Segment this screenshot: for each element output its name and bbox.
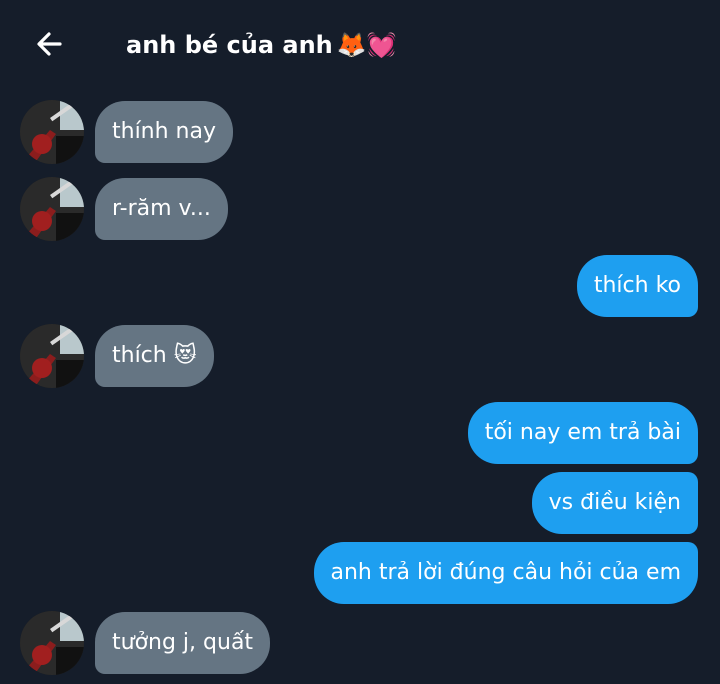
contact-avatar[interactable] <box>20 611 84 675</box>
incoming-message[interactable]: thính nay <box>95 101 234 163</box>
conversation-title-text: anh bé của anh <box>126 31 333 59</box>
outgoing-message[interactable]: tối nay em trả bài <box>467 402 698 464</box>
conversation-title[interactable]: anh bé của anh 🦊💓 <box>126 29 397 61</box>
title-emojis: 🦊💓 <box>336 31 397 59</box>
incoming-message[interactable]: tưởng j, quất <box>95 612 271 674</box>
conversation-header: anh bé của anh 🦊💓 <box>0 0 720 90</box>
incoming-message[interactable]: r-răm v... <box>95 178 228 240</box>
contact-avatar[interactable] <box>20 100 84 164</box>
outgoing-message[interactable]: vs điều kiện <box>531 472 698 534</box>
outgoing-message[interactable]: anh trả lời đúng câu hỏi của em <box>313 542 698 604</box>
back-arrow-icon[interactable] <box>30 26 70 66</box>
outgoing-message[interactable]: thích ko <box>576 255 698 317</box>
contact-avatar[interactable] <box>20 177 84 241</box>
incoming-message[interactable]: thích 😻 <box>95 325 214 387</box>
contact-avatar[interactable] <box>20 324 84 388</box>
